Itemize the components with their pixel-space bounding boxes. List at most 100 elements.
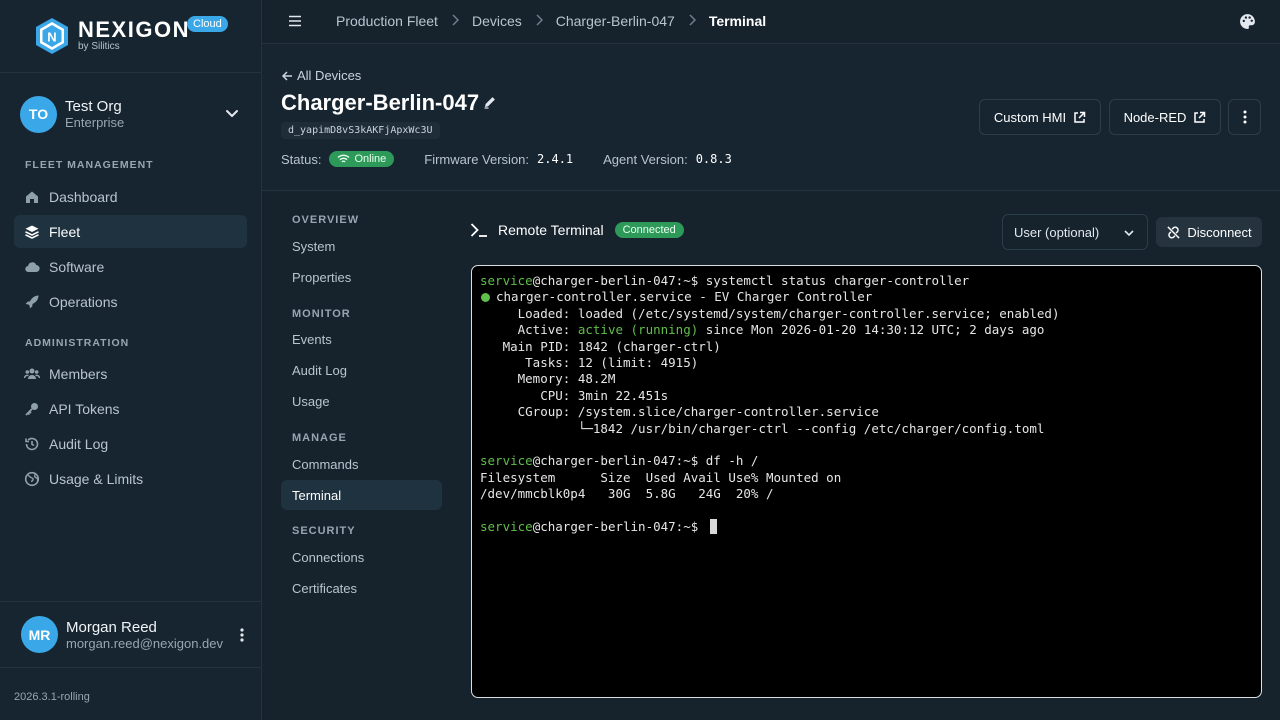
subnav-item-connections[interactable]: Connections: [281, 542, 442, 572]
more-vertical-icon: [1243, 110, 1246, 124]
status-label: Status:: [281, 151, 322, 167]
layers-icon: [25, 225, 39, 239]
chevron-down-icon[interactable]: [224, 105, 240, 126]
users-icon: [24, 368, 40, 379]
org-avatar: TO: [20, 95, 57, 133]
menu-icon[interactable]: [288, 14, 302, 33]
sidebar-item-operations[interactable]: Operations: [14, 285, 247, 318]
sidebar-item-label: Members: [49, 365, 108, 382]
wifi-icon: [337, 154, 350, 163]
cloud-badge: Cloud: [187, 16, 228, 32]
device-header: All Devices Charger-Berlin-047 d_yapimD8…: [262, 44, 1280, 191]
external-link-icon: [1074, 111, 1086, 123]
subnav-item-certificates[interactable]: Certificates: [281, 573, 442, 603]
terminal-line: Memory: 48.2M: [480, 371, 616, 387]
nav-section-administration: ADMINISTRATION: [25, 337, 130, 349]
subnav-item-properties[interactable]: Properties: [281, 262, 442, 292]
device-id[interactable]: d_yapimD8vS3kAKFjApxWc3U: [281, 122, 440, 139]
breadcrumb-item[interactable]: Devices: [472, 13, 522, 29]
brand-name: NEXIGON: [78, 17, 190, 42]
chevron-right-icon: [535, 13, 543, 29]
subnav-item-terminal[interactable]: Terminal: [281, 480, 442, 510]
arrow-left-icon: [281, 70, 292, 81]
pencil-icon[interactable]: [483, 95, 497, 114]
terminal-line: Main PID: 1842 (charger-ctrl): [480, 338, 721, 354]
disconnect-label: Disconnect: [1187, 224, 1252, 240]
svg-text:N: N: [47, 30, 56, 45]
firmware-label: Firmware Version:: [424, 151, 530, 167]
sidebar-item-label: Fleet: [49, 223, 81, 240]
terminal-line: CGroup: /system.slice/charger-controller…: [480, 404, 879, 420]
cloud-icon: [25, 261, 40, 272]
external-link-icon: [1194, 111, 1206, 123]
status-row: Status: Online Firmware Version: 2.4.1 A…: [281, 151, 732, 167]
subnav-item-events[interactable]: Events: [281, 324, 442, 354]
sidebar-item-usage-limits[interactable]: Usage & Limits: [14, 462, 247, 495]
page-title: Charger-Berlin-047: [281, 90, 480, 115]
user-email: morgan.reed@nexigon.dev: [66, 635, 224, 651]
nexigon-logo-icon: N: [34, 17, 70, 55]
app-version: 2026.3.1-rolling: [14, 691, 90, 703]
subnav-item-commands[interactable]: Commands: [281, 449, 442, 479]
sidebar-item-label: API Tokens: [49, 400, 120, 417]
terminal-line: Tasks: 12 (limit: 4915): [480, 354, 699, 370]
nav-section-fleet: FLEET MANAGEMENT: [25, 159, 154, 171]
sidebar-item-dashboard[interactable]: Dashboard: [14, 180, 247, 213]
terminal-line: service@charger-berlin-047:~$ df -h /: [480, 453, 759, 469]
node-red-label: Node-RED: [1123, 109, 1187, 125]
sidebar-item-label: Dashboard: [49, 188, 118, 205]
custom-hmi-label: Custom HMI: [993, 109, 1067, 125]
org-switcher[interactable]: TO Test Org Enterprise: [20, 95, 244, 133]
sidebar-item-fleet[interactable]: Fleet: [14, 215, 247, 248]
chevron-down-icon: [1124, 230, 1134, 237]
user-menu[interactable]: MR Morgan Reed morgan.reed@nexigon.dev: [0, 601, 262, 668]
brand[interactable]: N NEXIGON by Silitics Cloud: [0, 0, 261, 73]
user-name: Morgan Reed: [66, 618, 157, 636]
terminal-user-select[interactable]: User (optional): [1002, 214, 1148, 250]
disconnect-button[interactable]: Disconnect: [1156, 217, 1262, 247]
sidebar-item-audit-log[interactable]: Audit Log: [14, 427, 247, 460]
subnav-item-audit-log[interactable]: Audit Log: [281, 355, 442, 385]
status-dot-icon: [481, 293, 490, 303]
back-link[interactable]: All Devices: [281, 68, 361, 83]
sidebar-item-label: Software: [49, 258, 105, 275]
terminal-line: └─1842 /usr/bin/charger-ctrl --config /e…: [480, 420, 1045, 436]
breadcrumb-item[interactable]: Charger-Berlin-047: [556, 13, 675, 29]
status-badge: Online: [329, 151, 395, 167]
more-actions-button[interactable]: [1228, 99, 1261, 135]
terminal-output[interactable]: service@charger-berlin-047:~$ systemctl …: [471, 265, 1262, 698]
terminal-line: service@charger-berlin-047:~$ systemctl …: [480, 273, 970, 288]
subnav-section-overview: OVERVIEW: [292, 214, 360, 226]
subnav-item-system[interactable]: System: [281, 231, 442, 261]
terminal-header: Remote Terminal Connected: [470, 222, 684, 238]
node-red-button[interactable]: Node-RED: [1109, 99, 1221, 135]
sidebar-item-api-tokens[interactable]: API Tokens: [14, 392, 247, 425]
home-icon: [26, 191, 38, 203]
palette-icon[interactable]: [1239, 13, 1256, 35]
subnav-section-monitor: MONITOR: [292, 308, 351, 320]
rocket-icon: [25, 295, 39, 308]
subnav-item-usage[interactable]: Usage: [281, 386, 442, 416]
history-icon: [25, 437, 39, 450]
terminal-cursor: [709, 518, 717, 534]
custom-hmi-button[interactable]: Custom HMI: [979, 99, 1101, 135]
terminal-line: Filesystem Size Used Avail Use% Mounted …: [480, 469, 842, 485]
brand-subtitle: by Silitics: [78, 41, 120, 52]
sidebar-item-software[interactable]: Software: [14, 250, 247, 283]
breadcrumb-item[interactable]: Production Fleet: [336, 13, 438, 29]
subnav-section-security: SECURITY: [292, 525, 356, 537]
globe-icon: [24, 471, 40, 486]
more-vertical-icon[interactable]: [240, 628, 244, 647]
sidebar: N NEXIGON by Silitics Cloud TO Test Org …: [0, 0, 262, 720]
terminal-line: Active: active (running) since Mon 2026-…: [480, 322, 1045, 338]
sidebar-item-members[interactable]: Members: [14, 357, 247, 390]
back-link-label: All Devices: [297, 68, 362, 83]
org-plan: Enterprise: [65, 115, 125, 130]
agent-label: Agent Version:: [603, 151, 688, 167]
user-avatar: MR: [21, 616, 58, 653]
connection-status-badge: Connected: [614, 222, 684, 238]
sidebar-item-label: Audit Log: [49, 435, 109, 452]
sidebar-item-label: Operations: [49, 293, 118, 310]
